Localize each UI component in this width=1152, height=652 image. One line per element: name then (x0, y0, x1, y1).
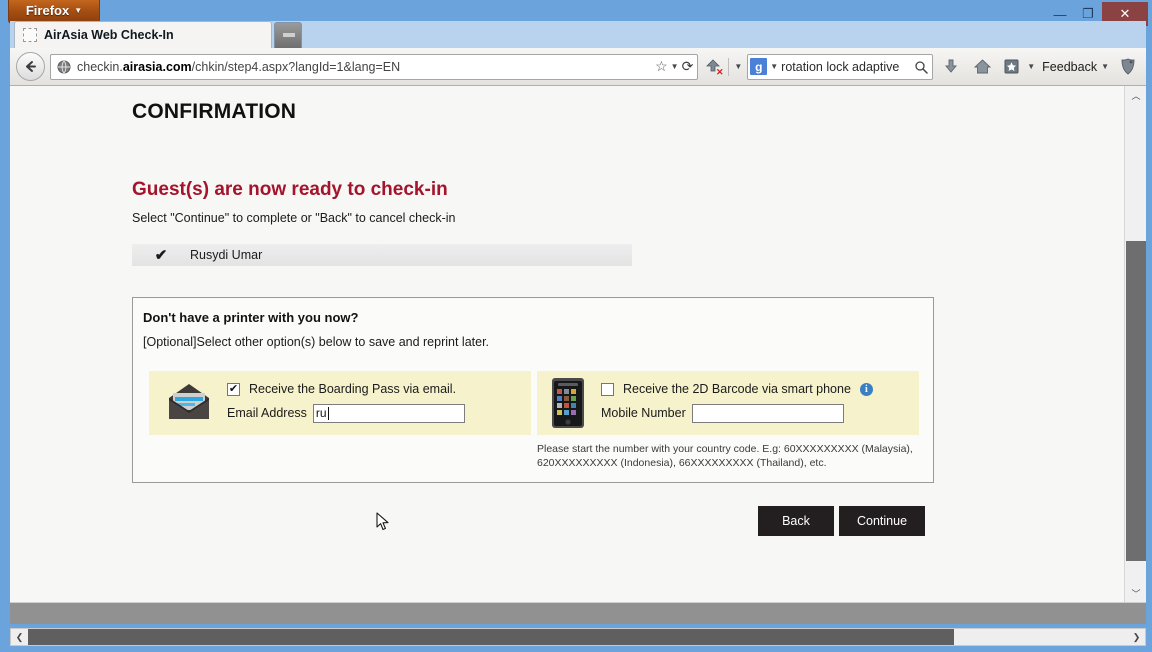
email-address-label: Email Address (227, 406, 307, 420)
tab-strip: AirAsia Web Check-In (10, 21, 1146, 48)
firefox-menu-label: Firefox (25, 3, 70, 18)
chevron-right-icon: ❯ (1132, 631, 1141, 642)
scroll-right-button[interactable]: ❯ (1128, 629, 1145, 645)
sms-checkbox[interactable] (601, 382, 614, 396)
email-option-label: Receive the Boarding Pass via email. (249, 382, 457, 396)
check-mark-icon: ✔ (154, 247, 168, 264)
info-icon[interactable]: i (859, 382, 873, 396)
page-vertical-scrollbar[interactable]: ︿ ﹀ (1124, 86, 1146, 602)
url-host: airasia.com (122, 59, 192, 74)
bookmarks-star-icon (1004, 59, 1019, 74)
adblock-stop-icon: ✕ (706, 58, 723, 77)
svg-text:✕: ✕ (716, 67, 723, 77)
chevron-left-icon: ❮ (15, 631, 24, 642)
page-favicon-icon (23, 28, 37, 42)
url-text: checkin.airasia.com/chkin/step4.aspx?lan… (77, 60, 649, 74)
chevron-down-icon: ▼ (1101, 62, 1109, 71)
tab-title: AirAsia Web Check-In (44, 28, 174, 42)
back-button[interactable] (16, 52, 45, 81)
chevron-down-icon: ▼ (74, 6, 83, 15)
scroll-left-button[interactable]: ❮ (11, 629, 28, 645)
printer-panel-subtext: [Optional]Select other option(s) below t… (143, 335, 490, 349)
printer-options-panel: Don't have a printer with you now? [Opti… (132, 297, 934, 483)
window-horizontal-scrollbar[interactable]: ❮ ❯ (10, 628, 1146, 646)
email-checkbox[interactable]: ✔ (227, 382, 240, 396)
shield-icon (1121, 58, 1135, 75)
home-icon (973, 59, 991, 74)
scroll-up-button[interactable]: ︿ (1125, 86, 1146, 104)
reload-icon[interactable]: ⟳ (682, 58, 694, 75)
close-icon: ✕ (1119, 6, 1131, 21)
email-checkbox-row: ✔ Receive the Boarding Pass via email. (227, 379, 465, 399)
mobile-number-label: Mobile Number (601, 406, 686, 420)
urlbar-buttons: ☆ ▼ ⟳ (655, 58, 693, 75)
chevron-down-icon: ﹀ (1131, 588, 1141, 599)
sms-option-panel: Receive the 2D Barcode via smart phone i… (537, 371, 919, 435)
url-bar[interactable]: checkin.airasia.com/chkin/step4.aspx?lan… (50, 53, 699, 80)
feedback-label: Feedback (1042, 59, 1098, 74)
chevron-down-icon[interactable]: ▼ (671, 62, 679, 71)
url-prefix: checkin. (77, 59, 123, 74)
chevron-down-icon[interactable]: ▼ (734, 62, 742, 71)
tab-airasia-web-check-in[interactable]: AirAsia Web Check-In (14, 21, 272, 48)
airasia-check-in-page: CONFIRMATION Guest(s) are now ready to c… (10, 86, 1124, 602)
ready-subtext: Select "Continue" to complete or "Back" … (132, 211, 456, 225)
sms-checkbox-row: Receive the 2D Barcode via smart phone i (601, 379, 873, 399)
vertical-scrollbar-thumb[interactable] (1126, 241, 1146, 561)
mobile-field-row: Mobile Number (601, 402, 873, 424)
email-field-row: Email Address ru (227, 402, 465, 424)
back-arrow-icon (26, 61, 36, 72)
feedback-button[interactable]: Feedback ▼ (1040, 60, 1111, 74)
google-search-engine-icon[interactable]: g (750, 58, 768, 75)
search-bar[interactable]: g ▼ rotation lock adaptive (747, 53, 934, 80)
chevron-up-icon: ︿ (1131, 90, 1141, 101)
sms-option-label: Receive the 2D Barcode via smart phone (623, 382, 851, 396)
new-tab-button[interactable] (274, 22, 302, 48)
horizontal-scrollbar-thumb[interactable] (28, 629, 954, 645)
email-option-panel: ✔ Receive the Boarding Pass via email. E… (149, 371, 531, 435)
chevron-down-icon[interactable]: ▼ (770, 62, 778, 71)
search-icon[interactable] (914, 60, 928, 74)
desktop-background: Firefox ▼ — ❐ ✕ AirAsia Web Check-In che… (0, 0, 1152, 652)
search-input[interactable]: rotation lock adaptive (781, 60, 911, 74)
sms-option-body: Receive the 2D Barcode via smart phone i… (601, 379, 873, 424)
maximize-icon: ❐ (1082, 6, 1094, 21)
home-button[interactable] (969, 58, 995, 75)
chevron-down-icon[interactable]: ▼ (1027, 62, 1035, 71)
printer-panel-heading: Don't have a printer with you now? (143, 310, 359, 325)
download-arrow-icon (945, 59, 958, 73)
email-address-input[interactable]: ru (312, 403, 465, 423)
firefox-browser-window: Firefox ▼ — ❐ ✕ AirAsia Web Check-In che… (4, 0, 1148, 648)
adblock-button[interactable]: ✕ (703, 57, 723, 77)
bookmarks-button[interactable] (1000, 58, 1022, 75)
action-buttons: Back Continue (758, 506, 926, 536)
back-button-page[interactable]: Back (758, 506, 834, 536)
sms-country-code-hint: Please start the number with your countr… (537, 443, 913, 469)
minimize-icon: — (1053, 6, 1067, 22)
globe-icon (57, 60, 71, 73)
ready-heading: Guest(s) are now ready to check-in (132, 179, 448, 200)
guest-row: ✔ Rusydi Umar (132, 244, 632, 266)
page-title: CONFIRMATION (132, 100, 297, 123)
smartphone-icon (551, 377, 585, 434)
navigation-toolbar: checkin.airasia.com/chkin/step4.aspx?lan… (10, 48, 1146, 86)
bookmark-star-icon[interactable]: ☆ (655, 58, 668, 75)
email-input-value: ru (315, 406, 327, 420)
page-content-viewport: CONFIRMATION Guest(s) are now ready to c… (10, 86, 1146, 602)
text-cursor (327, 406, 329, 420)
guest-name: Rusydi Umar (190, 248, 263, 262)
toolbar-separator (728, 57, 730, 76)
mouse-cursor (376, 512, 389, 531)
downloads-button[interactable] (938, 58, 964, 75)
mobile-number-input[interactable] (691, 403, 844, 423)
tracking-protection-button[interactable] (1116, 58, 1140, 75)
scroll-down-button[interactable]: ﹀ (1125, 584, 1146, 602)
email-option-body: ✔ Receive the Boarding Pass via email. E… (227, 379, 465, 424)
continue-button[interactable]: Continue (839, 506, 926, 536)
page-horizontal-scrollbar[interactable] (10, 602, 1146, 624)
email-envelope-icon (165, 380, 213, 427)
url-path: /chkin/step4.aspx?langId=1&lang=EN (191, 59, 401, 74)
